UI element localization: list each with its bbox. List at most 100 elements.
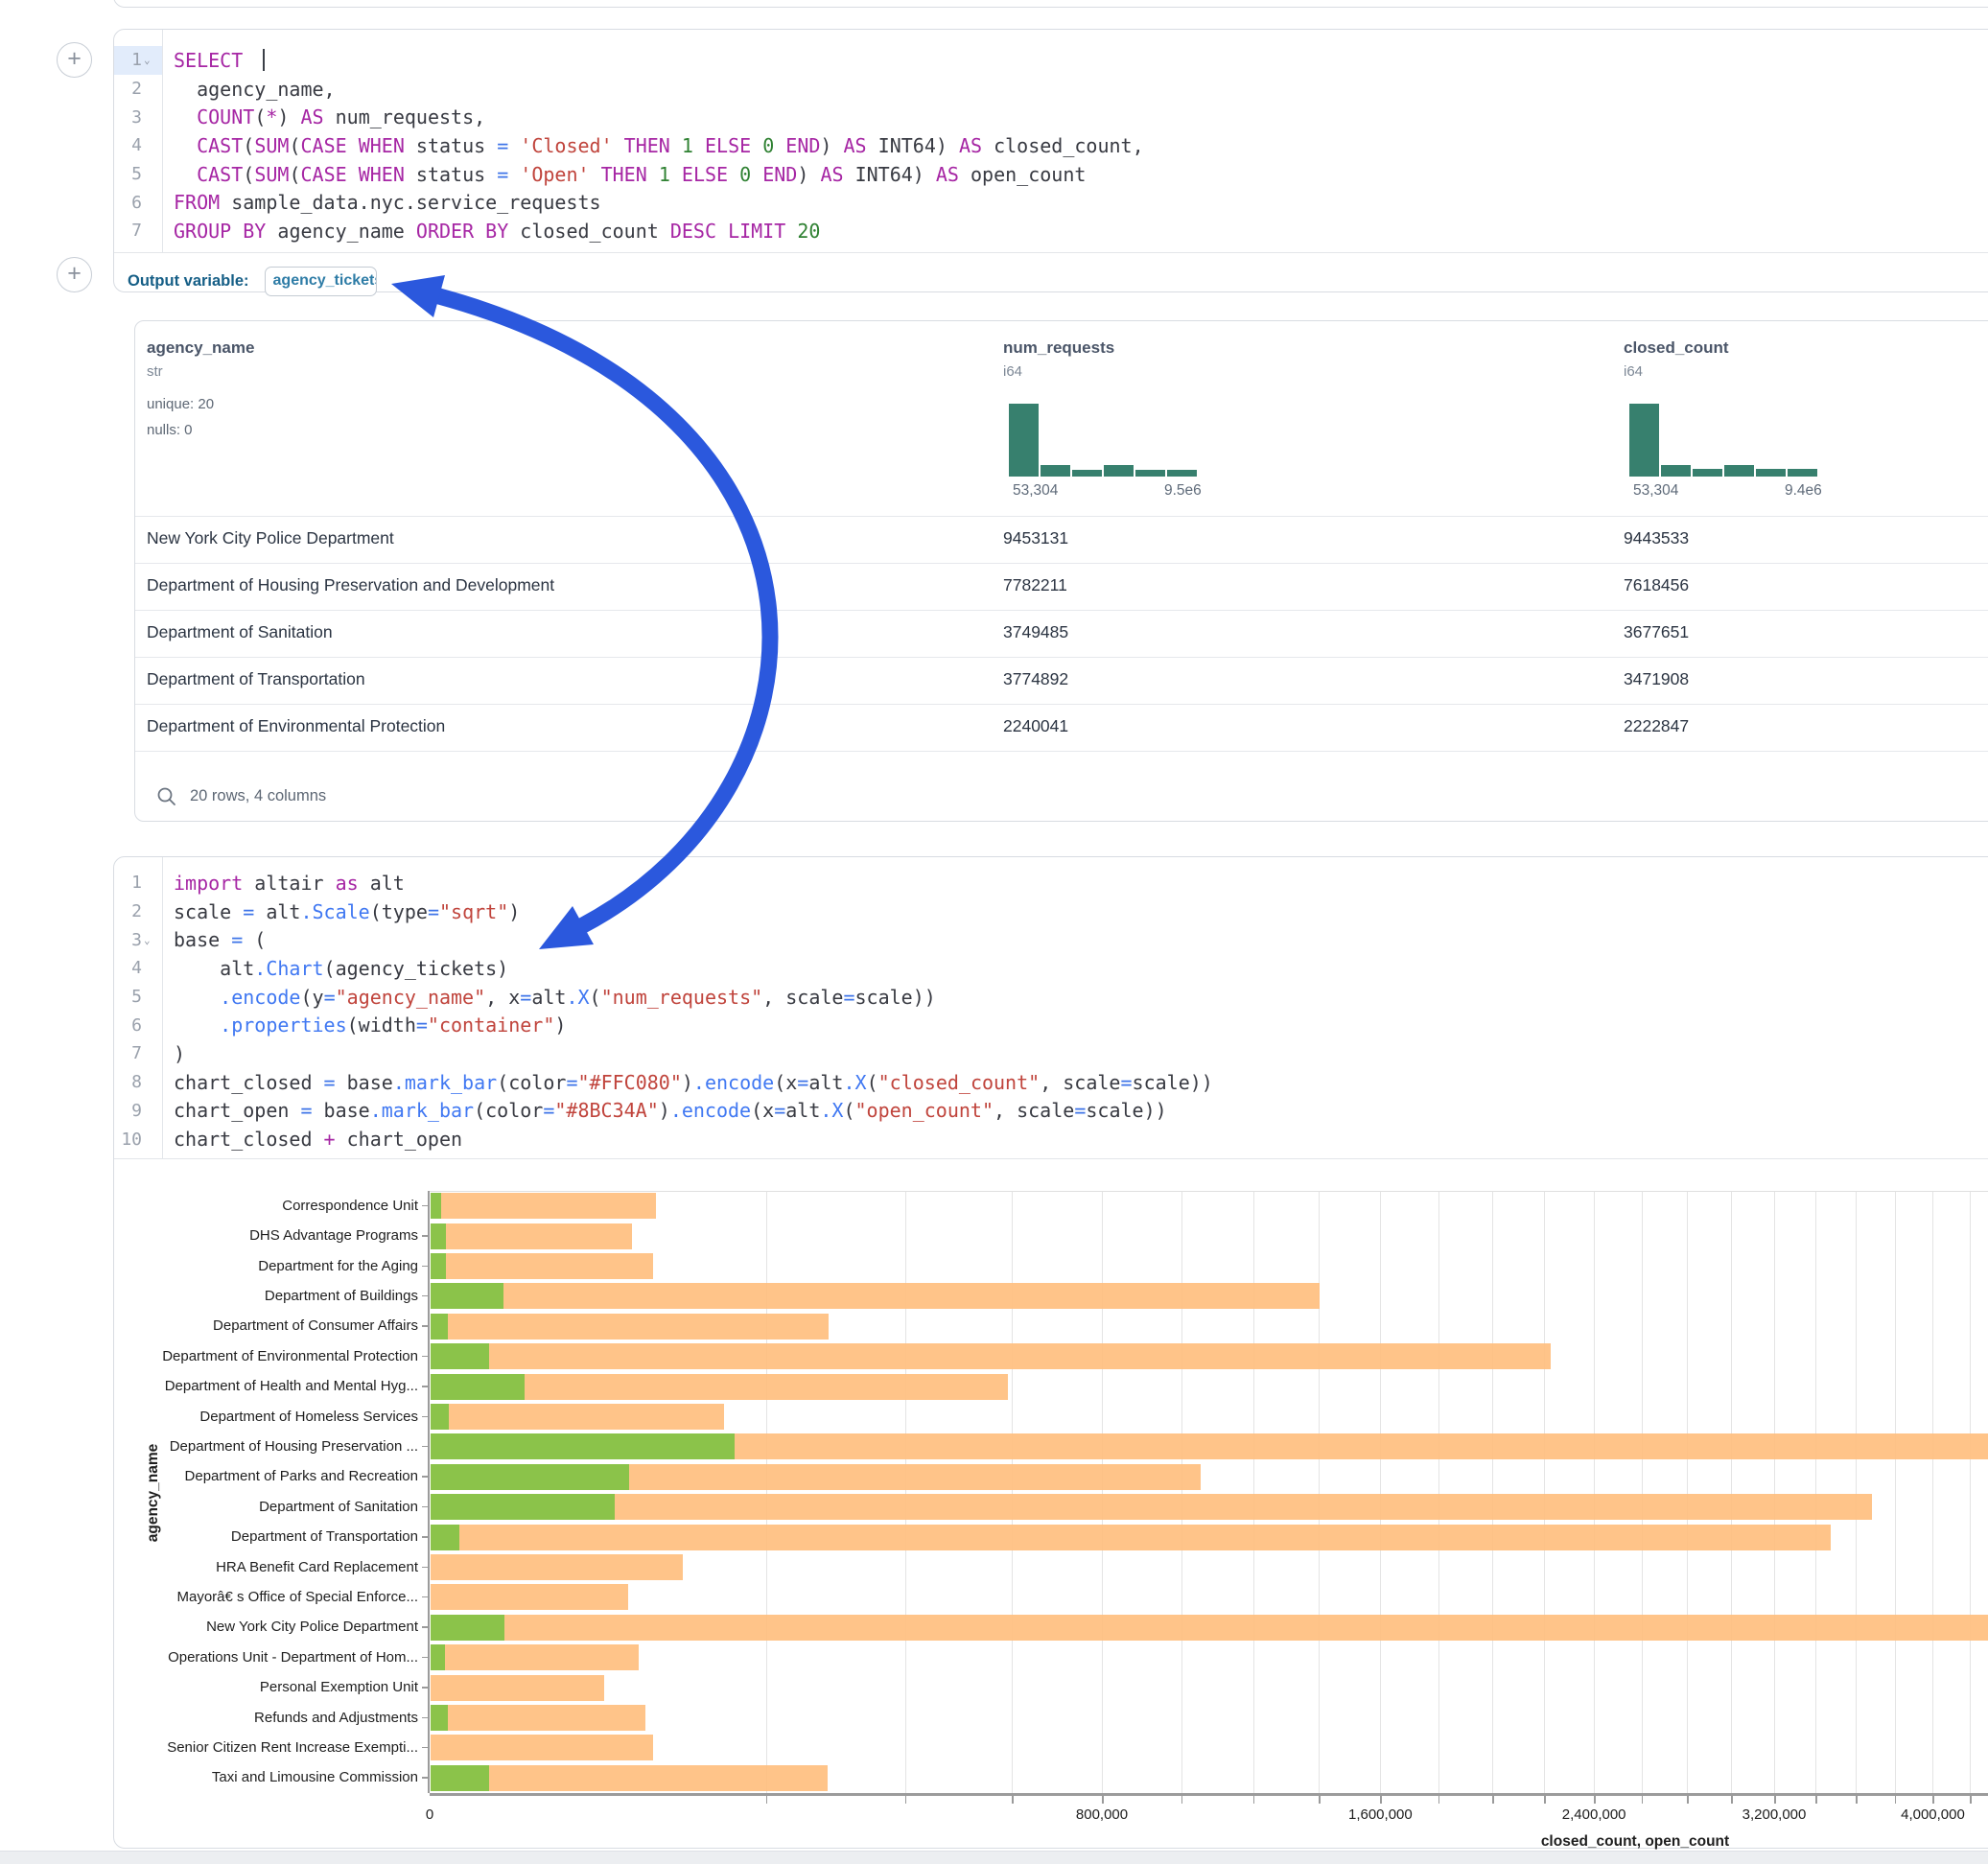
y-tick-mark	[422, 1386, 428, 1387]
y-tick-mark	[422, 1295, 428, 1297]
y-tick-mark	[422, 1687, 428, 1689]
x-tick-mark	[1380, 1796, 1382, 1804]
y-tick-mark	[422, 1266, 428, 1268]
y-tick-mark	[422, 1747, 428, 1749]
y-axis-label: Department of Health and Mental Hyg...	[144, 1378, 418, 1394]
bar-open-count[interactable]	[431, 1374, 525, 1400]
y-tick-mark	[422, 1356, 428, 1358]
x-axis-title: closed_count, open_count	[1496, 1833, 1774, 1851]
bar-closed-count[interactable]	[431, 1494, 1872, 1520]
x-tick-mark	[1815, 1796, 1817, 1804]
y-tick-mark	[422, 1235, 428, 1237]
y-tick-mark	[422, 1777, 428, 1779]
x-tick-mark	[1319, 1796, 1321, 1804]
bar-closed-count[interactable]	[431, 1283, 1320, 1309]
bar-open-count[interactable]	[431, 1283, 503, 1309]
y-axis-label: Department of Environmental Protection	[144, 1348, 418, 1364]
y-axis-label: New York City Police Department	[144, 1619, 418, 1635]
x-tick-mark	[1774, 1796, 1776, 1804]
bar-open-count[interactable]	[431, 1433, 735, 1459]
y-axis-line	[428, 1191, 430, 1793]
bar-closed-count[interactable]	[431, 1735, 653, 1760]
y-axis-label: Taxi and Limousine Commission	[144, 1769, 418, 1785]
y-tick-mark	[422, 1657, 428, 1659]
x-axis-label: 3,200,000	[1742, 1806, 1807, 1823]
bar-open-count[interactable]	[431, 1404, 449, 1430]
bar-open-count[interactable]	[431, 1615, 504, 1641]
y-axis-label: Mayorâ€ s Office of Special Enforce...	[144, 1589, 418, 1605]
y-tick-mark	[422, 1446, 428, 1448]
bar-open-count[interactable]	[431, 1464, 629, 1490]
bar-closed-count[interactable]	[431, 1644, 639, 1670]
y-tick-mark	[422, 1325, 428, 1327]
notebook-page: + + 1⌄SELECT 2 agency_name,3 COUNT(*) AS…	[0, 0, 1988, 1864]
bar-open-count[interactable]	[431, 1223, 446, 1249]
y-axis-label: Department for the Aging	[144, 1258, 418, 1274]
bar-open-count[interactable]	[431, 1253, 446, 1279]
x-tick-mark	[1731, 1796, 1733, 1804]
x-axis-label: 800,000	[1076, 1806, 1128, 1823]
bar-closed-count[interactable]	[431, 1253, 653, 1279]
y-axis-label: Refunds and Adjustments	[144, 1710, 418, 1726]
x-tick-mark	[1932, 1796, 1934, 1804]
bar-open-count[interactable]	[431, 1343, 489, 1369]
y-axis-label: Department of Transportation	[144, 1528, 418, 1545]
bar-open-count[interactable]	[431, 1705, 448, 1731]
y-tick-mark	[422, 1506, 428, 1508]
y-axis-label: Senior Citizen Rent Increase Exempti...	[144, 1739, 418, 1756]
bar-closed-count[interactable]	[431, 1765, 828, 1791]
y-axis-label: Department of Homeless Services	[144, 1409, 418, 1425]
bar-open-count[interactable]	[431, 1765, 489, 1791]
x-tick-mark	[1642, 1796, 1644, 1804]
bar-closed-count[interactable]	[431, 1193, 656, 1219]
x-tick-mark	[1012, 1796, 1014, 1804]
layered-bar-chart: Correspondence Unit DHS Advantage Program…	[0, 0, 1988, 1864]
bar-open-count[interactable]	[431, 1193, 441, 1219]
bar-closed-count[interactable]	[431, 1223, 632, 1249]
bar-closed-count[interactable]	[431, 1525, 1831, 1550]
x-tick-mark	[1687, 1796, 1689, 1804]
x-tick-mark	[1856, 1796, 1858, 1804]
y-tick-mark	[422, 1596, 428, 1598]
x-tick-mark	[1895, 1796, 1897, 1804]
bar-closed-count[interactable]	[431, 1675, 604, 1701]
bar-open-count[interactable]	[431, 1644, 445, 1670]
y-tick-mark	[422, 1416, 428, 1418]
y-axis-label: Department of Parks and Recreation	[144, 1468, 418, 1484]
y-axis-label: Personal Exemption Unit	[144, 1679, 418, 1695]
bar-closed-count[interactable]	[431, 1343, 1551, 1369]
bar-open-count[interactable]	[431, 1314, 448, 1340]
y-tick-mark	[422, 1205, 428, 1207]
x-tick-mark	[1594, 1796, 1596, 1804]
y-axis-label: Department of Consumer Affairs	[144, 1317, 418, 1334]
y-axis-title: agency_name	[145, 1426, 162, 1560]
bar-closed-count[interactable]	[431, 1584, 628, 1610]
x-tick-mark	[1102, 1796, 1104, 1804]
x-tick-mark	[1492, 1796, 1494, 1804]
x-tick-mark	[766, 1796, 768, 1804]
y-tick-mark	[422, 1536, 428, 1538]
bar-closed-count[interactable]	[431, 1314, 829, 1340]
y-tick-mark	[422, 1567, 428, 1569]
y-axis-label: Department of Sanitation	[144, 1499, 418, 1515]
y-tick-mark	[422, 1717, 428, 1719]
y-axis-label: Department of Housing Preservation ...	[144, 1438, 418, 1455]
bar-closed-count[interactable]	[431, 1615, 1988, 1641]
x-tick-mark	[905, 1796, 907, 1804]
bar-closed-count[interactable]	[431, 1554, 683, 1580]
bar-closed-count[interactable]	[431, 1705, 645, 1731]
bar-closed-count[interactable]	[431, 1404, 724, 1430]
y-axis-label: HRA Benefit Card Replacement	[144, 1559, 418, 1575]
y-tick-mark	[422, 1626, 428, 1628]
x-axis-line	[430, 1793, 1988, 1796]
x-axis-label: 0	[426, 1806, 433, 1823]
bar-open-count[interactable]	[431, 1525, 459, 1550]
x-tick-mark	[1970, 1796, 1972, 1804]
x-axis-label: 1,600,000	[1348, 1806, 1413, 1823]
bars-layer	[431, 1191, 1988, 1793]
bar-open-count[interactable]	[431, 1494, 615, 1520]
y-tick-mark	[422, 1476, 428, 1478]
y-axis-label: Correspondence Unit	[144, 1198, 418, 1214]
y-axis-label: DHS Advantage Programs	[144, 1227, 418, 1244]
x-axis-label: 4,000,000	[1901, 1806, 1965, 1823]
